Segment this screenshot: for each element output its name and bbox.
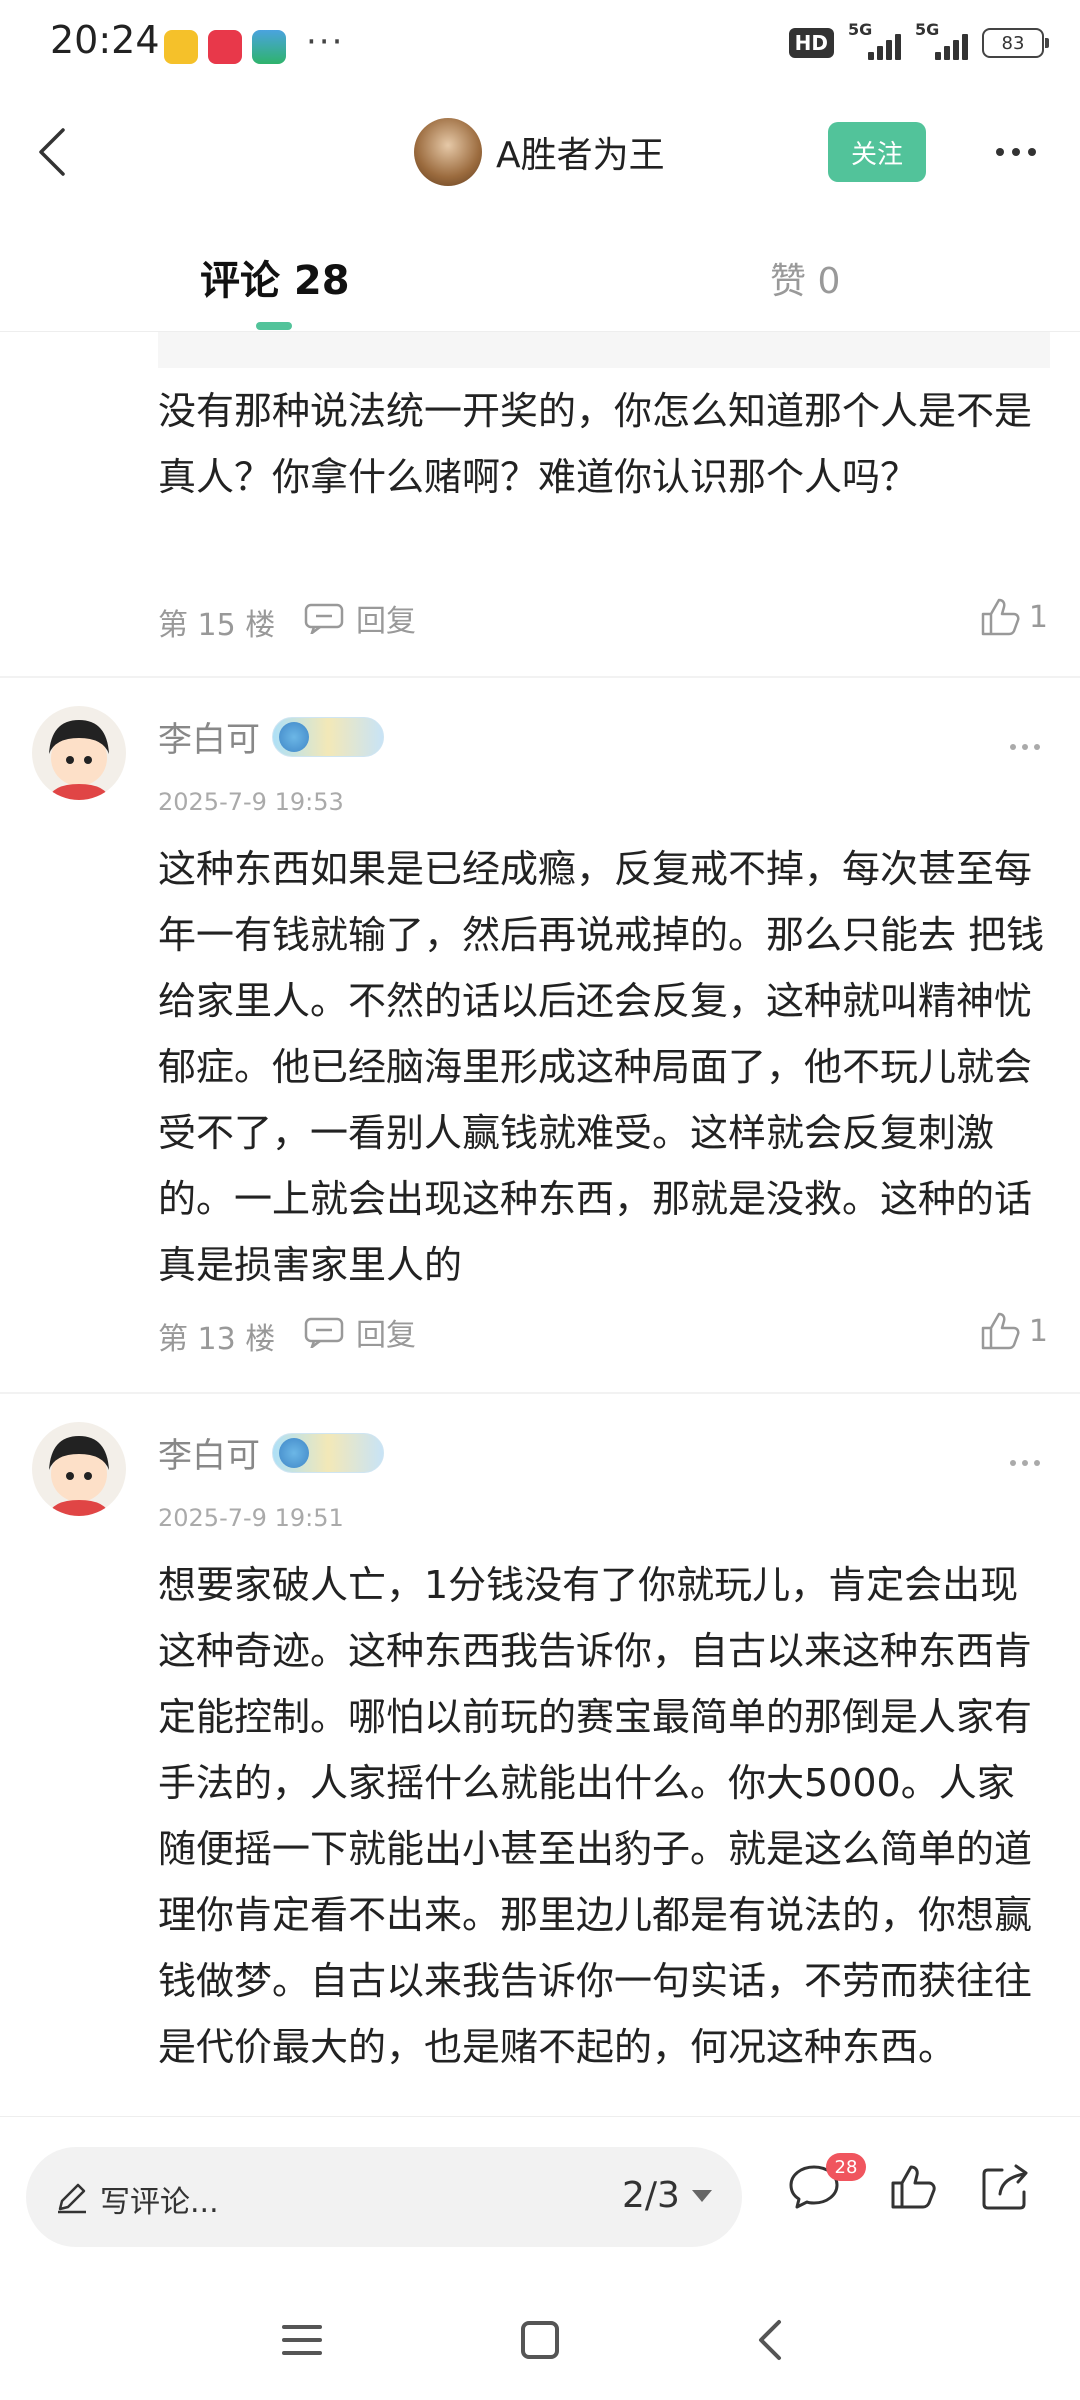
post-header: A胜者为王 关注 <box>0 92 1080 212</box>
write-comment-input[interactable]: 写评论... 2/3 <box>26 2147 742 2247</box>
network-type-label-2: 5G <box>915 20 940 39</box>
chevron-left-icon <box>759 2320 781 2360</box>
commenter-avatar[interactable] <box>32 1422 126 1516</box>
comment-meta: 第 15 楼 回复 1 <box>158 596 1048 646</box>
reply-button[interactable]: 回复 <box>304 596 416 640</box>
thumbs-up-icon <box>981 598 1020 636</box>
level-badge <box>272 716 384 757</box>
floor-number: 第 13 楼 <box>158 1322 276 1357</box>
commenter-name[interactable]: 李白可 <box>158 712 260 761</box>
menu-icon <box>282 2325 322 2355</box>
chevron-left-icon <box>39 128 65 176</box>
home-button[interactable] <box>500 2300 580 2380</box>
author-row: 李白可 <box>158 712 384 761</box>
like-count: 1 <box>1028 1313 1048 1349</box>
comment-text: 这种东西如果是已经成瘾，反复戒不掉，每次甚至每年一有钱就输了，然后再说戒掉的。那… <box>158 847 1045 1287</box>
more-options-button[interactable] <box>984 132 1048 172</box>
thumbs-up-icon <box>891 2165 936 2209</box>
square-home-icon <box>521 2321 559 2359</box>
comment-time: 2025-7-9 19:53 <box>158 788 344 816</box>
commenter-avatar[interactable] <box>32 706 126 800</box>
like-count: 1 <box>1028 599 1048 635</box>
pencil-icon <box>58 2183 86 2214</box>
share-icon <box>982 2164 1028 2210</box>
comment-text: 没有那种说法统一开奖的，你怎么知道那个人是不是真人？你拿什么赌啊？难道你认识那个… <box>158 389 1033 499</box>
network-type-label: 5G <box>848 20 873 39</box>
dot-icon <box>996 148 1004 156</box>
signal-icon: 5G <box>848 20 901 60</box>
system-nav-bar <box>0 2276 1080 2400</box>
tab-bar: 评论 28 赞 0 <box>0 212 1080 332</box>
menu-button[interactable] <box>262 2300 342 2380</box>
write-comment-placeholder: 写评论... <box>100 2185 219 2220</box>
share-button[interactable] <box>976 2157 1036 2217</box>
status-right: HD 5G 5G 83 <box>788 20 1049 60</box>
reply-label: 回复 <box>356 604 416 639</box>
page-indicator: 2/3 <box>622 2175 680 2216</box>
bottom-action-bar: 写评论... 2/3 28 <box>0 2116 1080 2276</box>
comment-list[interactable]: 没有那种说法统一开奖的，你怎么知道那个人是不是真人？你拿什么赌啊？难道你认识那个… <box>0 332 1080 2116</box>
comment-more-button[interactable] <box>1010 744 1040 750</box>
battery-icon: 83 <box>982 28 1049 58</box>
notes-app-icon <box>164 30 198 64</box>
reply-icon <box>304 603 344 634</box>
divider <box>0 676 1080 678</box>
signal-icon-2: 5G <box>915 20 968 60</box>
divider <box>0 1392 1080 1394</box>
floor-number: 第 15 楼 <box>158 608 276 643</box>
battery-level: 83 <box>1001 32 1025 54</box>
hd-badge: HD <box>788 28 834 58</box>
commenter-name[interactable]: 李白可 <box>158 1428 260 1477</box>
reply-button[interactable]: 回复 <box>304 1310 416 1354</box>
status-time: 20:24 <box>50 18 160 62</box>
status-bar: 20:24 ··· HD 5G 5G 83 <box>0 0 1080 92</box>
caret-down-icon <box>691 2189 712 2202</box>
tab-comments[interactable]: 评论 28 <box>200 248 350 306</box>
page-selector[interactable]: 2/3 <box>622 2175 712 2216</box>
reply-label: 回复 <box>356 1318 416 1353</box>
reply-icon <box>304 1317 344 1348</box>
comment-time: 2025-7-9 19:51 <box>158 1504 344 1532</box>
quoted-reply-box <box>158 332 1050 368</box>
comment-text: 想要家破人亡，1分钱没有了你就玩儿，肯定会出现这种奇迹。这种东西我告诉你，自古以… <box>158 1563 1033 2069</box>
tab-likes[interactable]: 赞 0 <box>770 252 840 304</box>
author-row: 李白可 <box>158 1428 384 1477</box>
more-notifications-icon: ··· <box>306 22 345 62</box>
follow-button[interactable]: 关注 <box>828 122 926 182</box>
comment-more-button[interactable] <box>1010 1460 1040 1466</box>
back-nav-button[interactable] <box>730 2300 810 2380</box>
like-button[interactable]: 1 <box>979 1310 1048 1352</box>
comment-count-badge: 28 <box>826 2153 866 2181</box>
comment-meta: 第 13 楼 回复 1 <box>158 1310 1048 1360</box>
xiaohongshu-app-icon <box>208 30 242 64</box>
back-button[interactable] <box>20 120 84 184</box>
level-badge <box>272 1432 384 1473</box>
like-button[interactable]: 1 <box>979 596 1048 638</box>
thumbs-up-icon <box>981 1312 1020 1350</box>
like-post-button[interactable] <box>884 2157 944 2217</box>
tab-active-indicator <box>256 322 292 330</box>
browser-app-icon <box>252 30 286 64</box>
author-avatar[interactable] <box>414 118 482 186</box>
author-name[interactable]: A胜者为王 <box>496 126 665 178</box>
